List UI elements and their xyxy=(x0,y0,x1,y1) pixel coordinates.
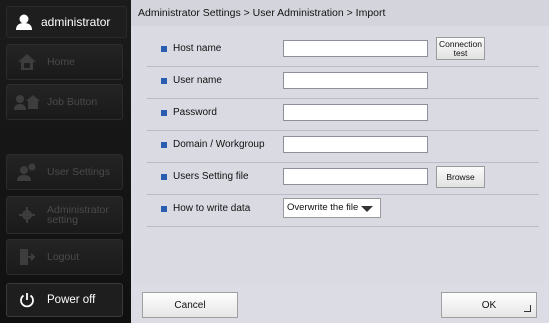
sidebar: administrator Home Job Button User Setti… xyxy=(0,0,131,323)
password-label: Password xyxy=(173,107,217,118)
power-off-button[interactable]: Power off xyxy=(6,283,123,317)
breadcrumb: Administrator Settings > User Administra… xyxy=(131,0,549,26)
sidebar-item-label: Job Button xyxy=(47,96,98,108)
logout-icon xyxy=(13,248,41,266)
user-indicator: administrator xyxy=(6,6,127,38)
ok-label: OK xyxy=(481,299,497,311)
sidebar-item-job-button[interactable]: Job Button xyxy=(6,84,123,120)
enter-icon xyxy=(524,305,531,312)
chevron-down-icon xyxy=(361,206,373,212)
host-name-row: Host name Connection test xyxy=(147,34,539,67)
user-settings-icon xyxy=(13,163,41,181)
user-icon xyxy=(16,14,32,30)
sidebar-item-home[interactable]: Home xyxy=(6,44,123,80)
users-setting-file-input[interactable] xyxy=(283,168,428,185)
host-name-label: Host name xyxy=(173,43,222,54)
user-name: administrator xyxy=(41,15,111,29)
job-button-icon xyxy=(13,94,41,110)
host-name-input[interactable] xyxy=(283,40,428,57)
sidebar-item-user-settings[interactable]: User Settings xyxy=(6,154,123,190)
sidebar-item-label: Home xyxy=(47,56,76,68)
domain-input[interactable] xyxy=(283,136,428,153)
password-input[interactable] xyxy=(283,104,428,121)
sidebar-item-label: Logout xyxy=(47,251,80,263)
domain-row: Domain / Workgroup xyxy=(147,130,539,163)
power-icon xyxy=(13,292,41,308)
ok-button[interactable]: OK xyxy=(441,292,537,318)
bullet-icon xyxy=(161,174,167,180)
bullet-icon xyxy=(161,110,167,116)
password-row: Password xyxy=(147,98,539,131)
home-icon xyxy=(13,53,41,71)
bullet-icon xyxy=(161,142,167,148)
connection-test-button[interactable]: Connection test xyxy=(436,37,485,60)
sidebar-item-administrator-setting[interactable]: Administrator setting xyxy=(6,196,123,234)
write-mode-label: How to write data xyxy=(173,203,251,214)
browse-button[interactable]: Browse xyxy=(436,166,485,188)
domain-label: Domain / Workgroup xyxy=(173,139,265,150)
sidebar-item-label: Administrator setting xyxy=(47,204,109,226)
sidebar-item-label: User Settings xyxy=(47,166,111,178)
users-setting-file-label: Users Setting file xyxy=(173,171,249,182)
write-mode-row: How to write data Overwrite the file xyxy=(147,194,539,227)
power-off-label: Power off xyxy=(47,294,96,306)
users-setting-file-row: Users Setting file Browse xyxy=(147,162,539,195)
bullet-icon xyxy=(161,206,167,212)
write-mode-value: Overwrite the file xyxy=(287,202,359,213)
main-panel: Administrator Settings > User Administra… xyxy=(131,0,549,323)
import-form: Host name Connection test User name Pass… xyxy=(134,26,546,283)
user-name-row: User name xyxy=(147,66,539,99)
cancel-button[interactable]: Cancel xyxy=(142,292,238,318)
user-name-input[interactable] xyxy=(283,72,428,89)
write-mode-select[interactable]: Overwrite the file xyxy=(283,198,381,218)
bullet-icon xyxy=(161,46,167,52)
user-name-label: User name xyxy=(173,75,222,86)
bullet-icon xyxy=(161,78,167,84)
admin-settings-icon xyxy=(13,207,41,223)
sidebar-item-logout[interactable]: Logout xyxy=(6,239,123,275)
